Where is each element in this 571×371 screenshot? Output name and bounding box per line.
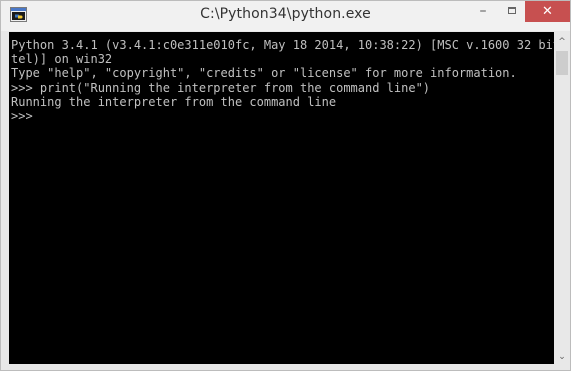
console-line: >>> print("Running the interpreter from …: [11, 80, 431, 95]
console-line: Running the interpreter from the command…: [11, 94, 337, 109]
console-line: Type "help", "copyright", "credits" or "…: [11, 66, 517, 81]
title-bar[interactable]: C:\Python34\python.exe – ✕: [1, 1, 570, 31]
scroll-down-arrow-icon[interactable]: ⌄: [554, 350, 570, 364]
scroll-up-arrow-icon[interactable]: ^: [554, 35, 570, 49]
maximize-button[interactable]: [499, 1, 525, 22]
minimize-button[interactable]: –: [470, 1, 496, 22]
console-line: Python 3.4.1 (v3.4.1:c0e311e010fc, May 1…: [11, 38, 554, 52]
console-text: Python 3.4.1 (v3.4.1:c0e311e010fc, May 1…: [9, 32, 554, 123]
console-line: >>>: [11, 109, 33, 124]
close-button[interactable]: ✕: [525, 1, 570, 22]
console-window: C:\Python34\python.exe – ✕ Python 3.4.1 …: [0, 0, 571, 371]
console-line: tel)] on win32: [11, 52, 113, 67]
maximize-icon: [508, 7, 516, 14]
scroll-thumb[interactable]: [556, 51, 568, 75]
console-output[interactable]: Python 3.4.1 (v3.4.1:c0e311e010fc, May 1…: [9, 32, 554, 364]
window-frame-bottom: [1, 364, 570, 370]
vertical-scrollbar[interactable]: ^ ⌄: [554, 32, 570, 364]
